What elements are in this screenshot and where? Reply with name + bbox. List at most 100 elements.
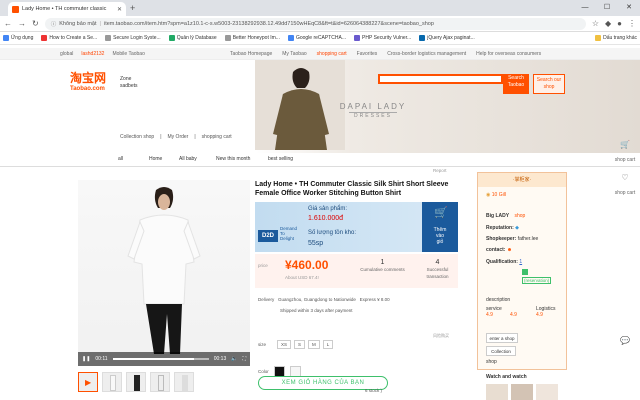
cart-link[interactable]: shopping cart (202, 134, 232, 140)
thumb-figure (158, 375, 164, 391)
forward-icon[interactable]: → (18, 19, 26, 28)
cumulative-comments[interactable]: 1 Cumulative comments (360, 259, 405, 273)
reload-icon[interactable]: ↻ (32, 19, 39, 28)
maximize-icon[interactable]: ☐ (596, 0, 618, 16)
sidebar-chat[interactable]: 💬 (610, 336, 640, 345)
qualification-link[interactable]: 1 (519, 259, 522, 265)
shopkeeper-name[interactable]: father.lee (518, 236, 539, 242)
bookmark-item[interactable]: Google reCAPTCHA... (287, 35, 346, 41)
close-tab-icon[interactable]: ✕ (117, 6, 122, 13)
thumbnail[interactable] (174, 372, 194, 392)
nav-home[interactable]: Home (149, 156, 162, 162)
taobao-logo[interactable]: 淘宝网 Taobao.com (70, 72, 106, 95)
extension-icon[interactable]: ◆ (605, 19, 611, 28)
separator: | (194, 134, 196, 140)
insecure-icon: ⓘ (50, 21, 57, 28)
cart-icon: 🛒 (434, 207, 448, 219)
size-option[interactable]: XS (277, 340, 292, 349)
menu-icon[interactable]: ⋮ (628, 19, 636, 28)
jquery-icon (419, 35, 426, 41)
size-selector: size XS S M L (258, 340, 334, 349)
product-detail: Lady Home • TH Commuter Classic Silk Shi… (255, 180, 470, 393)
collect-shop-button[interactable]: Collection (486, 346, 516, 356)
thumbnail-video[interactable]: ▶ (78, 372, 98, 392)
php-icon (354, 35, 360, 41)
delivery-route[interactable]: Guangzhou, Guangdong to Nationwide (278, 297, 356, 302)
bookmark-apps[interactable]: Ứng dụng (3, 35, 33, 41)
address-bar[interactable]: ⓘ Không bảo mật | item.taobao.com/item.h… (44, 17, 586, 30)
minimize-icon[interactable]: — (574, 0, 596, 16)
bookmark-item[interactable]: Secure Login Syste... (105, 35, 161, 41)
bookmark-item[interactable]: jQuery Ajax paginat... (419, 35, 475, 41)
bookmark-item[interactable]: Quản lý Database (168, 35, 217, 41)
video-progress[interactable] (112, 358, 209, 360)
page-icon (105, 35, 112, 41)
qualification-row: Qualification: 1 (486, 259, 523, 265)
url-separator: | (99, 20, 101, 27)
my-order-link[interactable]: My Order (168, 134, 189, 140)
thumbnail[interactable] (126, 372, 146, 392)
size-option[interactable]: S (294, 340, 306, 349)
shop-nav: all Home All baby New this month best se… (0, 153, 640, 167)
mobile-taobao-link[interactable]: Mobile Taobao (112, 51, 144, 57)
star-icon[interactable]: ☆ (592, 19, 599, 28)
logistics-link[interactable]: Cross-border logistics management (387, 51, 466, 57)
shop-footer-label: shop (486, 359, 497, 365)
shop-link[interactable]: shop (514, 213, 525, 219)
bookmark-other[interactable]: Dấu trang khác (595, 35, 637, 41)
help-link[interactable]: Help for overseas consumers (476, 51, 541, 57)
thumb-figure (110, 375, 116, 391)
my-taobao-link[interactable]: My Taobao (282, 51, 306, 57)
fullscreen-icon[interactable]: ⛶ (242, 356, 246, 362)
chat-wangwang-icon[interactable]: ☻ (507, 247, 512, 253)
watch-thumbnail[interactable] (486, 384, 508, 400)
sidebar-cart[interactable]: 🛒 shop cart (610, 140, 640, 163)
taobao-homepage-link[interactable]: Taobao Homepage (230, 51, 272, 57)
enter-shop-button[interactable]: enter a shop (486, 333, 518, 343)
taobao-topbar: global lashd2132 Mobile Taobao Taobao Ho… (0, 48, 640, 60)
sidebar-cart-2[interactable]: ♡ shop cart (610, 173, 640, 196)
profile-icon[interactable]: ● (617, 19, 622, 28)
d2d-add-to-cart-button[interactable]: 🛒 Thêm vào giỏ (422, 202, 458, 252)
back-icon[interactable]: ← (4, 19, 12, 28)
search-shop-button[interactable]: Search our shop (533, 74, 565, 94)
heart-icon: ♡ (621, 173, 629, 182)
new-tab-icon[interactable]: + (130, 3, 135, 13)
size-label: size (258, 342, 267, 347)
size-option[interactable]: L (322, 340, 334, 349)
favorites-link[interactable]: Favorites (357, 51, 378, 57)
search-input[interactable] (378, 74, 503, 84)
play-circle-icon: ▶ (85, 378, 92, 387)
nav-new[interactable]: New this month (216, 156, 250, 162)
bookmark-item[interactable]: PHP Security Vulner... (354, 35, 411, 41)
volume-icon[interactable]: 🔈 (231, 356, 237, 362)
search-taobao-button[interactable]: Search Taobao (503, 74, 529, 94)
nav-all-baby[interactable]: All baby (179, 156, 197, 162)
bookmark-item[interactable]: Better Honeypot Im... (224, 35, 280, 41)
d2d-stock-label: Số lượng tồn kho: (308, 230, 356, 236)
zone-selector[interactable]: Zone sadbets (120, 76, 138, 90)
thumb-figure (182, 375, 188, 391)
shopping-cart-link[interactable]: shopping cart (317, 51, 347, 57)
user-link[interactable]: lashd2132 (81, 51, 104, 57)
google-icon (287, 35, 294, 41)
watch-thumbnail[interactable] (511, 384, 533, 400)
thumbnail[interactable] (150, 372, 170, 392)
nav-all[interactable]: all (118, 156, 123, 162)
browser-tab[interactable]: Lady Home • TH commuter classic ✕ (8, 2, 126, 16)
size-option[interactable]: M (308, 340, 320, 349)
shipping-time: Shipped within 3 days after payment (280, 308, 353, 313)
nav-best-selling[interactable]: best selling (268, 156, 293, 162)
bookmark-item[interactable]: How to Create a Se... (41, 35, 97, 41)
close-window-icon[interactable]: ✕ (618, 0, 640, 16)
rating-logistics: Logistics 4.9 (536, 306, 556, 318)
play-icon[interactable]: ❚❚ (82, 356, 90, 362)
page-icon (224, 35, 231, 41)
product-video[interactable]: ❚❚ 00:11 00:13 🔈 ⛶ (78, 180, 250, 366)
global-link[interactable]: global (60, 51, 73, 57)
price-label: price (258, 263, 268, 268)
thumbnail[interactable] (102, 372, 122, 392)
collection-shop-link[interactable]: Collection shop (120, 134, 154, 140)
report-link[interactable]: Report (433, 168, 447, 173)
watch-thumbnail[interactable] (536, 384, 558, 400)
